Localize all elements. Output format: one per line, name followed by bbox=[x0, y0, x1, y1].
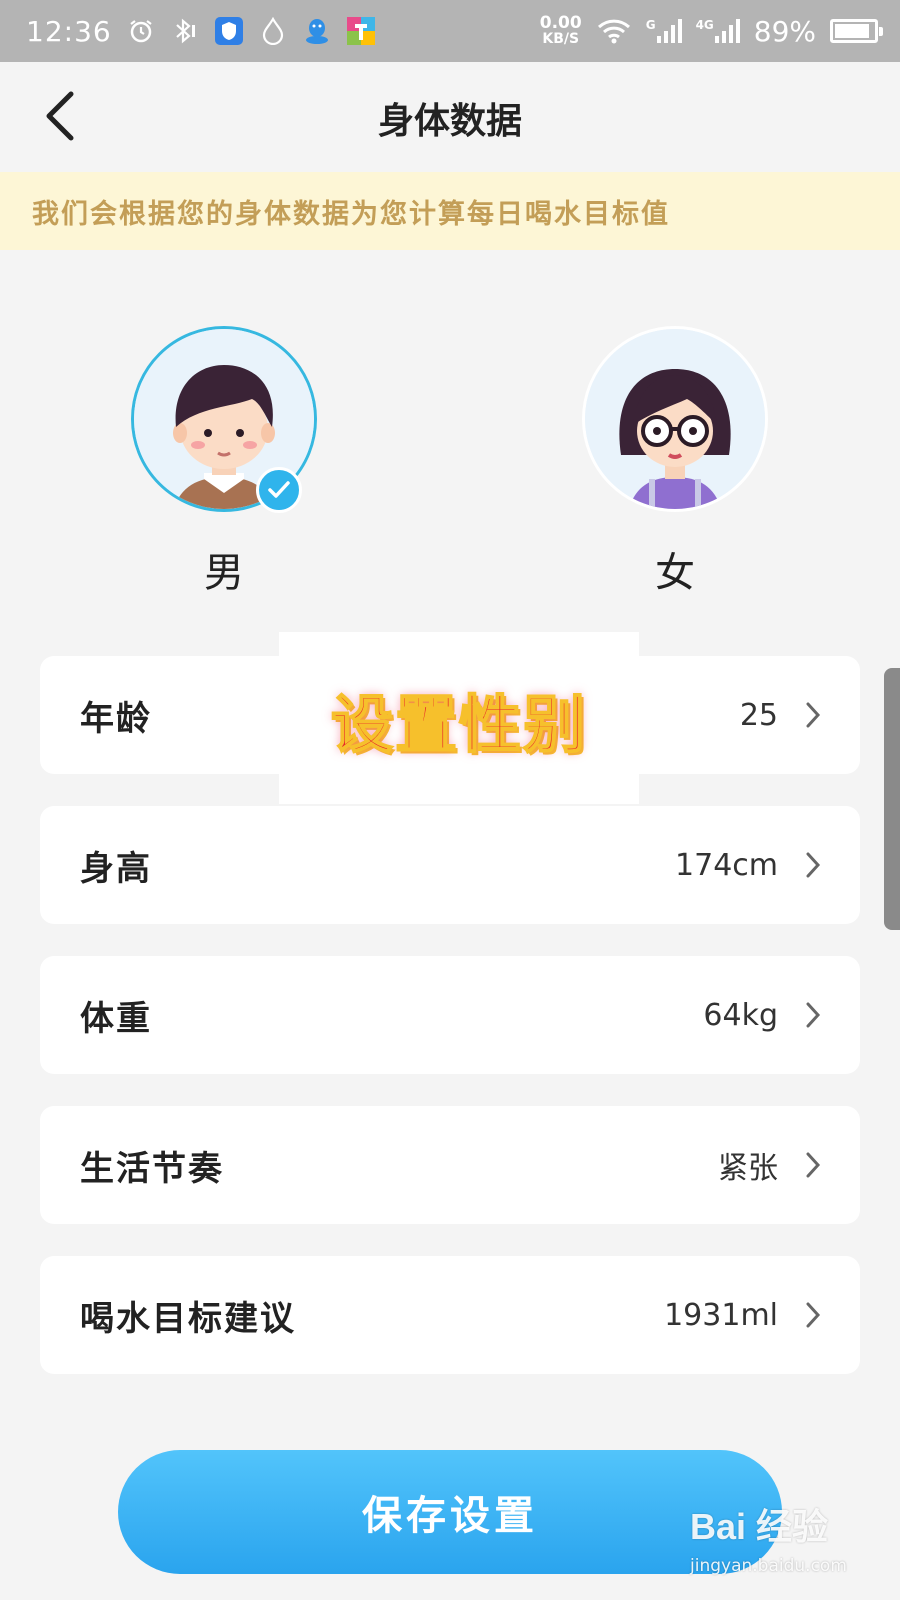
status-bar-left: 12:36 bbox=[26, 15, 376, 48]
annotation-text: 设置性别 bbox=[330, 687, 587, 762]
edge-scroll-handle[interactable] bbox=[884, 668, 900, 930]
signal-1-label: G bbox=[645, 18, 656, 32]
row-lifestyle[interactable]: 生活节奏 紧张 bbox=[40, 1106, 860, 1224]
gender-option-female[interactable]: 女 bbox=[582, 326, 768, 598]
baidu-watermark: Bai 经验 jingyan.baidu.com bbox=[690, 1498, 890, 1588]
header: 身体数据 bbox=[0, 62, 900, 172]
network-speed-value: 0.00 bbox=[539, 12, 582, 33]
bluetooth-icon bbox=[170, 16, 200, 46]
selected-check-icon bbox=[256, 467, 302, 513]
row-weight-label: 体重 bbox=[80, 998, 152, 1039]
signal-2-label: 4G bbox=[695, 18, 714, 32]
status-bar: 12:36 0.00 KB/S G 4G 89% bbox=[0, 0, 900, 62]
male-label: 男 bbox=[204, 550, 244, 596]
row-weight[interactable]: 体重 64kg bbox=[40, 956, 860, 1074]
row-water-goal[interactable]: 喝水目标建议 1931ml bbox=[40, 1256, 860, 1374]
row-water-goal-value: 1931ml bbox=[664, 1297, 778, 1333]
battery-icon bbox=[830, 19, 883, 43]
signal-4g-icon bbox=[714, 19, 740, 43]
row-water-goal-label: 喝水目标建议 bbox=[80, 1298, 296, 1339]
network-speed-unit: KB/S bbox=[542, 30, 580, 47]
annotation-overlay: 设置性别 bbox=[279, 632, 639, 804]
row-height-value: 174cm bbox=[675, 847, 778, 883]
network-speed: 0.00 KB/S bbox=[539, 12, 582, 47]
chevron-right-icon bbox=[804, 701, 822, 729]
info-banner-text: 我们会根据您的身体数据为您计算每日喝水目标值 bbox=[32, 198, 670, 230]
status-time: 12:36 bbox=[26, 14, 112, 48]
colorful-app-icon bbox=[346, 16, 376, 46]
watermark-url: jingyan.baidu.com bbox=[690, 1556, 847, 1576]
female-avatar[interactable] bbox=[582, 326, 768, 512]
info-banner: 我们会根据您的身体数据为您计算每日喝水目标值 bbox=[0, 172, 900, 250]
row-lifestyle-label: 生活节奏 bbox=[80, 1148, 224, 1189]
wifi-icon bbox=[596, 16, 632, 46]
signal-icon bbox=[656, 19, 682, 43]
row-height-label: 身高 bbox=[80, 848, 152, 889]
page-title: 身体数据 bbox=[377, 101, 522, 142]
row-lifestyle-value: 紧张 bbox=[718, 1151, 778, 1186]
save-settings-label: 保存设置 bbox=[362, 1492, 538, 1539]
alarm-icon bbox=[126, 16, 156, 46]
row-age-value: 25 bbox=[739, 697, 778, 733]
chevron-right-icon bbox=[804, 851, 822, 879]
chevron-right-icon bbox=[804, 1301, 822, 1329]
status-bar-right: 0.00 KB/S G 4G 89% bbox=[539, 12, 883, 48]
chevron-right-icon bbox=[804, 1151, 822, 1179]
male-avatar[interactable] bbox=[131, 326, 317, 513]
gender-option-male[interactable]: 男 bbox=[131, 326, 317, 598]
row-weight-value: 64kg bbox=[703, 997, 778, 1033]
chevron-right-icon bbox=[804, 1001, 822, 1029]
watermark-logo: Bai 经验 bbox=[690, 1506, 829, 1547]
signal-2: 4G bbox=[696, 18, 740, 44]
row-height[interactable]: 身高 174cm bbox=[40, 806, 860, 924]
girl-avatar-icon bbox=[585, 329, 765, 509]
female-label: 女 bbox=[655, 550, 695, 596]
water-drop-icon bbox=[258, 16, 288, 46]
save-settings-button[interactable]: 保存设置 bbox=[118, 1450, 782, 1574]
battery-percent: 89% bbox=[753, 14, 816, 48]
signal-1: G bbox=[646, 18, 682, 44]
shield-app-icon bbox=[214, 16, 244, 46]
qq-icon bbox=[302, 16, 332, 46]
